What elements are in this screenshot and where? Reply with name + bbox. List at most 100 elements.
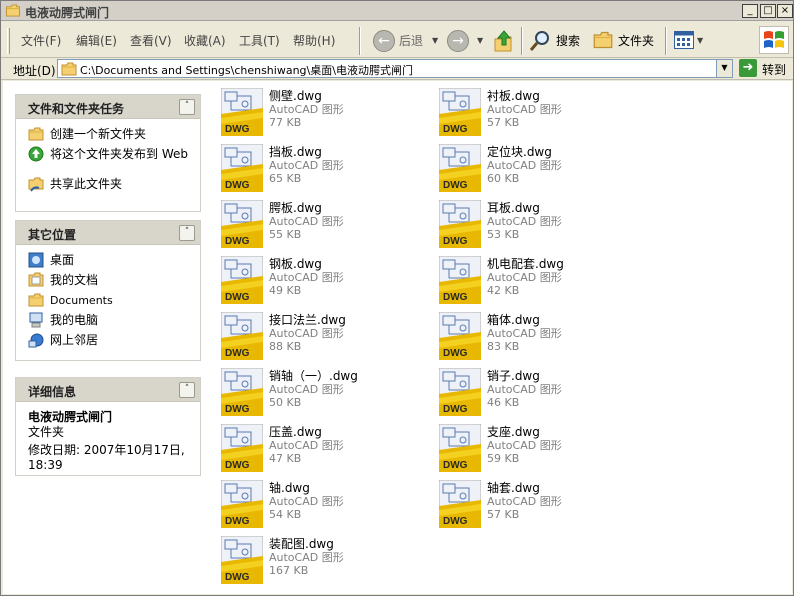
- place-label[interactable]: 我的文档: [50, 273, 98, 287]
- place-label[interactable]: Documents: [50, 294, 113, 307]
- search-icon[interactable]: [528, 29, 552, 53]
- place-label[interactable]: 网上邻居: [50, 333, 98, 347]
- file-item[interactable]: DWG 轴.dwg AutoCAD 图形 54 KB: [221, 480, 431, 530]
- file-name[interactable]: 销子.dwg: [487, 369, 562, 383]
- dwg-file-icon[interactable]: DWG: [439, 368, 481, 416]
- file-name[interactable]: 侧壁.dwg: [269, 89, 344, 103]
- file-name[interactable]: 机电配套.dwg: [487, 257, 564, 271]
- place-documents[interactable]: Documents: [28, 291, 192, 311]
- menu-file[interactable]: 文件(F): [21, 32, 61, 49]
- file-item[interactable]: DWG 接口法兰.dwg AutoCAD 图形 88 KB: [221, 312, 431, 362]
- folders-icon[interactable]: [593, 31, 613, 49]
- go-button[interactable]: ➜ 转到: [739, 59, 793, 78]
- close-button[interactable]: ×: [777, 4, 793, 18]
- file-item[interactable]: DWG 钢板.dwg AutoCAD 图形 49 KB: [221, 256, 431, 306]
- back-button[interactable]: 后退: [399, 32, 423, 49]
- collapse-chevron-icon[interactable]: ˄: [179, 382, 195, 398]
- place-network[interactable]: 网上邻居: [28, 331, 192, 351]
- title-bar[interactable]: 电液动腭式闸门 _ □ ×: [1, 1, 793, 21]
- place-my-computer[interactable]: 我的电脑: [28, 311, 192, 331]
- file-item[interactable]: DWG 衬板.dwg AutoCAD 图形 57 KB: [439, 88, 649, 138]
- file-name[interactable]: 销轴（一）.dwg: [269, 369, 358, 383]
- menu-view[interactable]: 查看(V): [130, 32, 172, 49]
- file-item[interactable]: DWG 侧壁.dwg AutoCAD 图形 77 KB: [221, 88, 431, 138]
- dwg-file-icon[interactable]: DWG: [221, 480, 263, 528]
- file-name[interactable]: 装配图.dwg: [269, 537, 344, 551]
- file-item[interactable]: DWG 定位块.dwg AutoCAD 图形 60 KB: [439, 144, 649, 194]
- menu-help[interactable]: 帮助(H): [293, 32, 335, 49]
- file-name[interactable]: 压盖.dwg: [269, 425, 344, 439]
- file-item[interactable]: DWG 挡板.dwg AutoCAD 图形 65 KB: [221, 144, 431, 194]
- file-name[interactable]: 轴.dwg: [269, 481, 344, 495]
- task-publish-web[interactable]: 将这个文件夹发布到 Web: [28, 145, 192, 175]
- dwg-file-icon[interactable]: DWG: [221, 312, 263, 360]
- panel-header[interactable]: 其它位置 ˄: [16, 221, 200, 245]
- file-item[interactable]: DWG 箱体.dwg AutoCAD 图形 83 KB: [439, 312, 649, 362]
- address-path[interactable]: C:\Documents and Settings\chenshiwang\桌面…: [80, 62, 413, 78]
- place-desktop[interactable]: 桌面: [28, 251, 192, 271]
- file-name[interactable]: 衬板.dwg: [487, 89, 562, 103]
- maximize-button[interactable]: □: [760, 4, 776, 18]
- go-label[interactable]: 转到: [762, 61, 786, 78]
- task-label[interactable]: 共享此文件夹: [50, 177, 122, 191]
- forward-dropdown-icon[interactable]: ▼: [477, 36, 483, 45]
- file-item[interactable]: DWG 机电配套.dwg AutoCAD 图形 42 KB: [439, 256, 649, 306]
- up-folder-icon[interactable]: [493, 29, 515, 53]
- panel-header[interactable]: 详细信息 ˄: [16, 378, 200, 402]
- dwg-file-icon[interactable]: DWG: [439, 424, 481, 472]
- dwg-file-icon[interactable]: DWG: [221, 536, 263, 584]
- dwg-file-icon[interactable]: DWG: [439, 480, 481, 528]
- file-name[interactable]: 挡板.dwg: [269, 145, 344, 159]
- dwg-file-icon[interactable]: DWG: [439, 88, 481, 136]
- dwg-file-icon[interactable]: DWG: [439, 144, 481, 192]
- forward-arrow-icon[interactable]: →: [447, 30, 469, 52]
- back-arrow-icon[interactable]: ←: [373, 30, 395, 52]
- file-item[interactable]: DWG 销轴（一）.dwg AutoCAD 图形 50 KB: [221, 368, 431, 418]
- views-icon[interactable]: [674, 31, 694, 49]
- task-label[interactable]: 创建一个新文件夹: [50, 127, 146, 141]
- file-name[interactable]: 钢板.dwg: [269, 257, 344, 271]
- menu-favorites[interactable]: 收藏(A): [184, 32, 226, 49]
- file-item[interactable]: DWG 装配图.dwg AutoCAD 图形 167 KB: [221, 536, 431, 586]
- dwg-file-icon[interactable]: DWG: [221, 424, 263, 472]
- task-label[interactable]: 将这个文件夹发布到 Web: [50, 147, 188, 161]
- file-name[interactable]: 耳板.dwg: [487, 201, 562, 215]
- file-name[interactable]: 接口法兰.dwg: [269, 313, 346, 327]
- place-label[interactable]: 我的电脑: [50, 313, 98, 327]
- toolbar-grip[interactable]: [7, 28, 10, 54]
- collapse-chevron-icon[interactable]: ˄: [179, 225, 195, 241]
- task-share-folder[interactable]: 共享此文件夹: [28, 175, 192, 195]
- go-arrow-icon[interactable]: ➜: [739, 59, 757, 77]
- file-item[interactable]: DWG 腭板.dwg AutoCAD 图形 55 KB: [221, 200, 431, 250]
- menu-edit[interactable]: 编辑(E): [76, 32, 117, 49]
- search-button[interactable]: 搜索: [556, 32, 580, 49]
- back-dropdown-icon[interactable]: ▼: [432, 36, 438, 45]
- folders-button[interactable]: 文件夹: [618, 32, 654, 49]
- task-new-folder[interactable]: 创建一个新文件夹: [28, 125, 192, 145]
- file-name[interactable]: 支座.dwg: [487, 425, 562, 439]
- file-item[interactable]: DWG 支座.dwg AutoCAD 图形 59 KB: [439, 424, 649, 474]
- file-name[interactable]: 腭板.dwg: [269, 201, 344, 215]
- minimize-button[interactable]: _: [742, 4, 758, 18]
- file-name[interactable]: 定位块.dwg: [487, 145, 562, 159]
- place-label[interactable]: 桌面: [50, 253, 74, 267]
- dwg-file-icon[interactable]: DWG: [221, 256, 263, 304]
- dwg-file-icon[interactable]: DWG: [221, 200, 263, 248]
- views-dropdown-icon[interactable]: ▼: [697, 36, 703, 45]
- file-item[interactable]: DWG 轴套.dwg AutoCAD 图形 57 KB: [439, 480, 649, 530]
- menu-tools[interactable]: 工具(T): [239, 32, 280, 49]
- panel-header[interactable]: 文件和文件夹任务 ˄: [16, 95, 200, 119]
- file-item[interactable]: DWG 压盖.dwg AutoCAD 图形 47 KB: [221, 424, 431, 474]
- dwg-file-icon[interactable]: DWG: [439, 256, 481, 304]
- file-name[interactable]: 箱体.dwg: [487, 313, 562, 327]
- dwg-file-icon[interactable]: DWG: [221, 368, 263, 416]
- dwg-file-icon[interactable]: DWG: [221, 88, 263, 136]
- dwg-file-icon[interactable]: DWG: [221, 144, 263, 192]
- collapse-chevron-icon[interactable]: ˄: [179, 99, 195, 115]
- address-input[interactable]: C:\Documents and Settings\chenshiwang\桌面…: [57, 59, 733, 78]
- dwg-file-icon[interactable]: DWG: [439, 312, 481, 360]
- file-name[interactable]: 轴套.dwg: [487, 481, 562, 495]
- file-item[interactable]: DWG 耳板.dwg AutoCAD 图形 53 KB: [439, 200, 649, 250]
- file-item[interactable]: DWG 销子.dwg AutoCAD 图形 46 KB: [439, 368, 649, 418]
- dwg-file-icon[interactable]: DWG: [439, 200, 481, 248]
